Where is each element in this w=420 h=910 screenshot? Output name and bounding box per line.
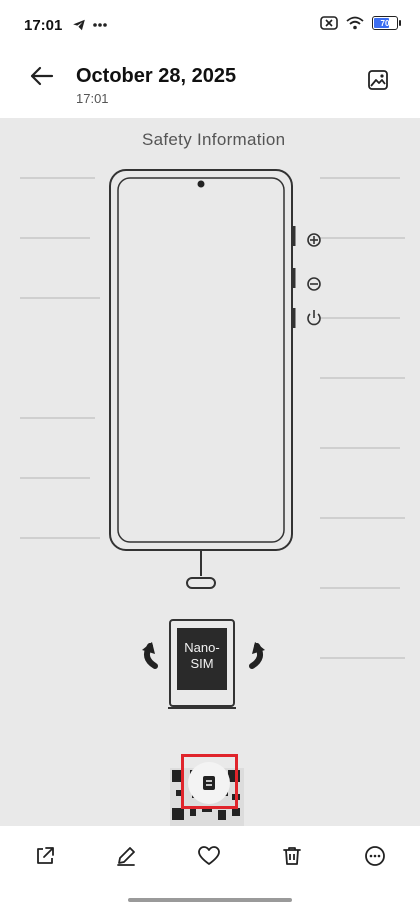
highlight-box (181, 754, 238, 809)
home-indicator[interactable] (128, 898, 292, 902)
battery-icon: 70 (372, 16, 401, 30)
signal-blocked-icon (320, 16, 338, 30)
battery-level: 70 (380, 18, 390, 28)
wifi-icon (346, 16, 364, 30)
page-subtitle: 17:01 (76, 91, 109, 106)
status-time: 17:01 (24, 17, 63, 34)
more-icon (365, 846, 385, 866)
arrow-left-icon (30, 66, 54, 86)
status-bar: 17:01 70 (0, 0, 420, 52)
more-button[interactable] (353, 834, 397, 878)
image-details-button[interactable] (366, 68, 390, 92)
photo-caption: Safety Information (142, 130, 286, 149)
favorite-heart-icon (198, 846, 220, 865)
more-dots-icon (93, 23, 107, 27)
photo-illustration (20, 169, 405, 826)
favorite-button[interactable] (187, 834, 231, 878)
bottom-toolbar (0, 826, 420, 910)
share-button[interactable] (23, 834, 67, 878)
edit-pencil-icon (117, 847, 135, 866)
sim-label-line1: Nano- (184, 640, 220, 655)
share-icon (37, 847, 54, 864)
delete-button[interactable] (270, 834, 314, 878)
telegram-icon (73, 19, 85, 31)
header: October 28, 2025 17:01 (0, 52, 420, 118)
edit-button[interactable] (104, 834, 148, 878)
sim-label: Nano- SIM (177, 640, 227, 672)
status-right-icons: 70 (320, 16, 401, 30)
image-icon (368, 70, 388, 90)
sim-label-line2: SIM (190, 656, 214, 671)
delete-trash-icon (283, 847, 301, 865)
back-button[interactable] (26, 60, 58, 92)
status-left-icons (72, 18, 108, 32)
photo-viewer[interactable]: Safety Information Nano- SIM (0, 118, 420, 826)
page-title: October 28, 2025 (76, 65, 237, 87)
